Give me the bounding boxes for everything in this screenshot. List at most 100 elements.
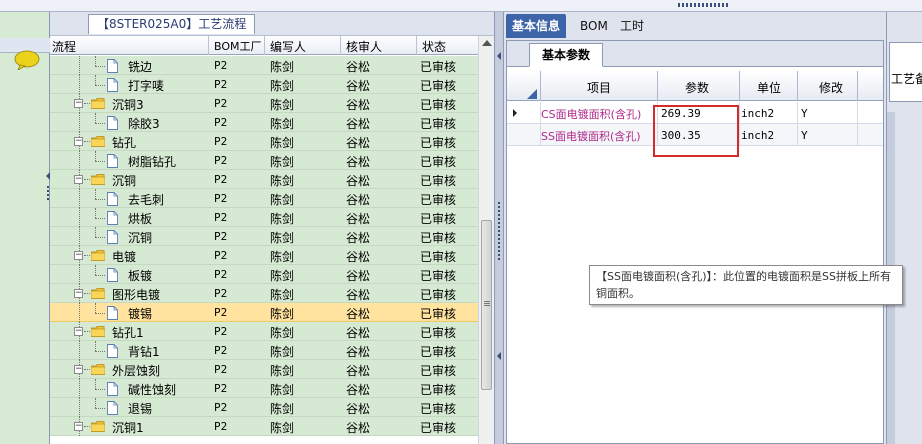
tab-basic-info[interactable]: 基本信息 [506,14,567,38]
tree-connector [95,265,96,275]
tree-connector [79,75,80,94]
table-row[interactable]: − 图形电镀 P2 陈剑 谷松 已审核 [50,284,478,303]
table-row[interactable]: − 沉铜 P2 陈剑 谷松 已审核 [50,170,478,189]
status-text: 已审核 [420,155,457,169]
tree-collapse-icon[interactable]: − [74,99,83,108]
tree-connector [79,227,80,246]
folder-icon [91,136,105,147]
table-row[interactable]: 沉铜 P2 陈剑 谷松 已审核 [50,227,478,246]
panel-splitter[interactable] [494,12,504,444]
writer-name: 陈剑 [270,193,295,207]
process-panel-title[interactable]: 【8STER025A0】工艺流程 [88,14,256,34]
tree-collapse-icon[interactable]: − [74,289,83,298]
tree-connector [79,341,80,360]
table-row[interactable]: 退锡 P2 陈剑 谷松 已审核 [50,398,478,417]
highlight-box [653,105,739,157]
status-text: 已审核 [420,421,457,435]
tree-collapse-icon[interactable]: − [74,175,83,184]
tree-collapse-icon[interactable]: − [74,251,83,260]
tab-work-hours[interactable]: 工时 [614,14,650,38]
process-name: 镀锡 [128,307,153,321]
process-flow-panel: 【8STER025A0】工艺流程 流程 BOM工厂 编写人 核审人 状态 铣边 P… [50,12,494,444]
status-text: 已审核 [420,383,457,397]
process-name: 去毛刺 [128,193,165,207]
tree-connector [79,379,80,398]
col-header-process[interactable]: 流程 [52,38,76,55]
tree-collapse-icon[interactable]: − [74,327,83,336]
table-row[interactable]: − 钻孔1 P2 陈剑 谷松 已审核 [50,322,478,341]
tree-connector [95,189,96,199]
table-row[interactable]: − 钻孔 P2 陈剑 谷松 已审核 [50,132,478,151]
table-row[interactable]: 板镀 P2 陈剑 谷松 已审核 [50,265,478,284]
folder-icon [91,250,105,261]
drag-grip-icon[interactable] [678,3,728,7]
table-corner-icon [527,89,537,99]
splitter-grip-icon[interactable] [498,202,500,262]
document-icon [107,230,118,244]
scroll-up-arrow-icon[interactable] [482,40,492,46]
table-row[interactable]: − 沉铜3 P2 陈剑 谷松 已审核 [50,94,478,113]
table-row[interactable]: 除胶3 P2 陈剑 谷松 已审核 [50,113,478,132]
bom-factory: P2 [214,249,228,262]
process-name: 树脂钻孔 [128,155,177,169]
tree-collapse-icon[interactable]: − [74,365,83,374]
detail-panel: 基本信息 BOM 工时 基本参数 项目 参数 单位 修改 CS面电镀面积(含孔)… [504,12,903,444]
param-item-name: CS面电镀面积(含孔) [541,108,642,121]
table-row[interactable]: − 电镀 P2 陈剑 谷松 已审核 [50,246,478,265]
table-row[interactable]: 打字唛 P2 陈剑 谷松 已审核 [50,75,478,94]
writer-name: 陈剑 [270,421,295,435]
table-row[interactable]: 铣边 P2 陈剑 谷松 已审核 [50,56,478,75]
table-row[interactable]: 碱性蚀刻 P2 陈剑 谷松 已审核 [50,379,478,398]
reviewer-name: 谷松 [346,60,371,74]
table-row[interactable]: − 沉铜1 P2 陈剑 谷松 已审核 [50,417,478,436]
reviewer-name: 谷松 [346,98,371,112]
process-notes-label[interactable]: 工艺备 [891,70,922,87]
bom-factory: P2 [214,154,228,167]
table-row[interactable]: 树脂钻孔 P2 陈剑 谷松 已审核 [50,151,478,170]
tree-connector [79,151,80,170]
collapse-left-arrow-icon[interactable] [497,52,501,60]
tree-connector [79,56,80,75]
table-row[interactable]: 去毛刺 P2 陈剑 谷松 已审核 [50,189,478,208]
tab-bom[interactable]: BOM [574,14,614,38]
process-name: 电镀 [112,250,137,264]
collapse-left-arrow-icon-lower[interactable] [497,352,501,360]
tree-connector [84,141,90,142]
table-row[interactable]: 烘板 P2 陈剑 谷松 已审核 [50,208,478,227]
status-text: 已审核 [420,250,457,264]
tree-connector [95,123,105,124]
bom-factory: P2 [214,97,228,110]
process-name: 沉铜1 [112,421,144,435]
reviewer-name: 谷松 [346,326,371,340]
subtab-basic-params[interactable]: 基本参数 [529,43,604,67]
tree-connector [84,293,90,294]
col-header-reviewer[interactable]: 核审人 [346,38,382,55]
table-row[interactable]: 镀锡 P2 陈剑 谷松 已审核 [50,303,478,322]
scrollbar-thumb[interactable] [481,220,492,390]
col-header-param[interactable]: 参数 [685,79,709,96]
col-header-modify[interactable]: 修改 [819,79,843,96]
tree-connector [95,275,105,276]
table-row[interactable]: 背钻1 P2 陈剑 谷松 已审核 [50,341,478,360]
col-header-writer[interactable]: 编写人 [270,38,306,55]
table-row[interactable]: − 外层蚀刻 P2 陈剑 谷松 已审核 [50,360,478,379]
document-icon [107,78,118,92]
chat-bubble-icon[interactable] [14,50,40,70]
bom-factory: P2 [214,363,228,376]
process-grid-scrollbar[interactable] [478,36,494,444]
col-header-bom-factory[interactable]: BOM工厂 [214,38,262,54]
col-header-status[interactable]: 状态 [422,38,446,55]
document-icon [107,268,118,282]
tree-collapse-icon[interactable]: − [74,422,83,431]
bom-factory: P2 [214,192,228,205]
col-header-unit[interactable]: 单位 [757,79,781,96]
process-name: 沉铜 [128,231,153,245]
process-name: 图形电镀 [112,288,161,302]
status-text: 已审核 [420,402,457,416]
writer-name: 陈剑 [270,250,295,264]
tree-connector [95,199,105,200]
tree-collapse-icon[interactable]: − [74,137,83,146]
folder-icon [91,174,105,185]
col-header-item[interactable]: 项目 [587,79,611,96]
status-text: 已审核 [420,60,457,74]
